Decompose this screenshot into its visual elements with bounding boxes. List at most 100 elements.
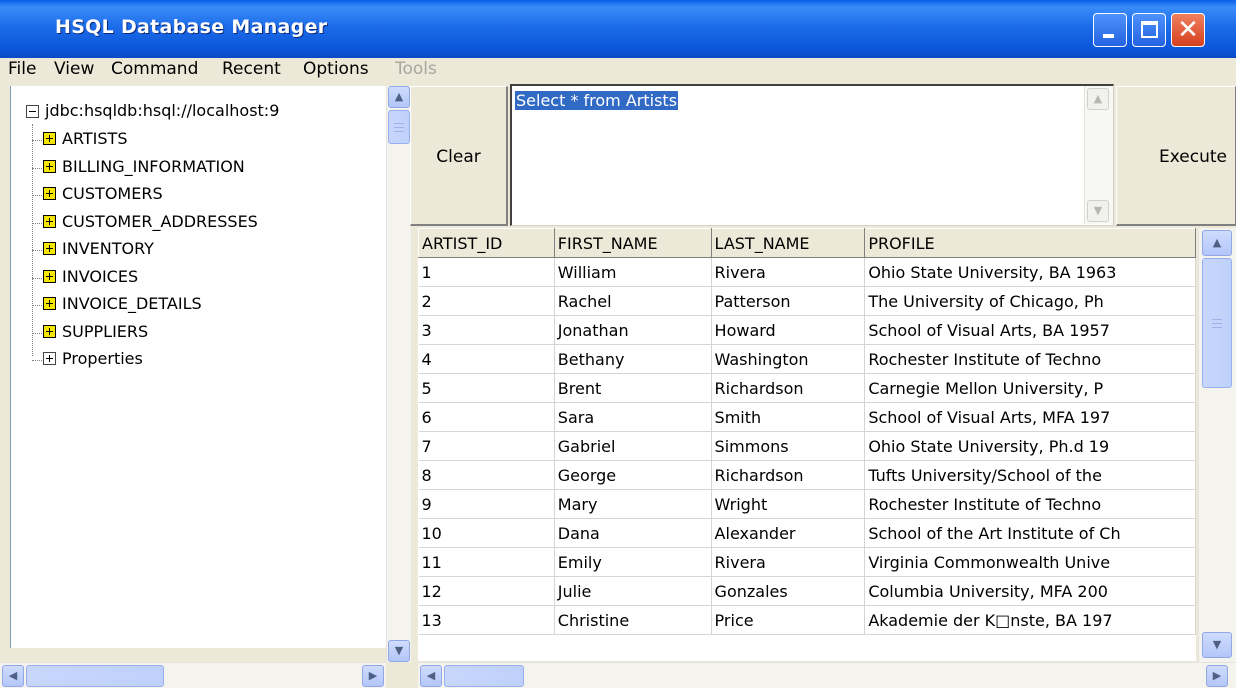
scroll-thumb[interactable] — [388, 110, 410, 144]
table-row[interactable]: 9 Mary Wright Rochester Institute of Techno — [418, 489, 1196, 519]
expand-icon[interactable] — [43, 242, 56, 255]
table-cell[interactable]: 5 — [418, 373, 555, 403]
scroll-up-icon[interactable]: ▲ — [1202, 230, 1232, 256]
sql-text-selected[interactable]: Select * from Artists — [515, 91, 679, 110]
scroll-down-icon[interactable]: ▼ — [1087, 200, 1109, 222]
table-cell[interactable]: Simmons — [711, 431, 866, 461]
scroll-thumb[interactable] — [444, 665, 524, 687]
expand-icon[interactable] — [43, 215, 56, 228]
minimize-button[interactable] — [1093, 13, 1127, 47]
expand-icon[interactable] — [43, 270, 56, 283]
expand-icon[interactable] — [43, 132, 56, 145]
scroll-left-icon[interactable]: ◀ — [420, 665, 442, 687]
table-cell[interactable]: 10 — [418, 518, 555, 548]
expand-icon[interactable] — [43, 352, 56, 365]
results-vertical-scrollbar[interactable]: ▲ ▼ — [1198, 228, 1236, 662]
table-cell[interactable]: Julie — [554, 576, 712, 606]
expand-icon[interactable] — [43, 297, 56, 310]
scroll-down-icon[interactable]: ▼ — [388, 640, 410, 662]
collapse-icon[interactable] — [26, 105, 39, 118]
menu-recent[interactable]: Recent — [222, 59, 281, 79]
expand-icon[interactable] — [43, 187, 56, 200]
table-row[interactable]: 5 Brent Richardson Carnegie Mellon Universi… — [418, 373, 1196, 403]
table-row[interactable]: 3 Jonathan Howard School of Visual Arts, BA… — [418, 315, 1196, 345]
tree-root-connection[interactable]: jdbc:hsqldb:hsql://localhost:9 — [45, 101, 279, 120]
table-cell[interactable]: Gabriel — [554, 431, 712, 461]
table-cell[interactable]: Rachel — [554, 286, 712, 316]
sql-editor[interactable]: Select * from Artists ▲ ▼ — [510, 84, 1114, 226]
sql-vertical-scrollbar[interactable]: ▲ ▼ — [1084, 86, 1113, 224]
table-cell[interactable]: Mary — [554, 489, 712, 519]
table-row[interactable]: 1 William Rivera Ohio State University, BA … — [418, 257, 1196, 287]
menu-view[interactable]: View — [54, 59, 94, 79]
table-cell[interactable]: Richardson — [711, 373, 866, 403]
table-cell[interactable]: Price — [711, 605, 866, 635]
table-cell[interactable]: Jonathan — [554, 315, 712, 345]
table-cell[interactable]: School of Visual Arts, BA 1957 — [864, 315, 1196, 345]
table-cell[interactable]: Dana — [554, 518, 712, 548]
scroll-right-icon[interactable]: ▶ — [1206, 665, 1228, 687]
table-cell[interactable]: Sara — [554, 402, 712, 432]
table-row[interactable]: 13 Christine Price Akademie der K□nste, BA … — [418, 605, 1196, 635]
table-cell[interactable]: 6 — [418, 402, 555, 432]
table-cell[interactable]: School of Visual Arts, MFA 197 — [864, 402, 1196, 432]
table-cell[interactable]: Alexander — [711, 518, 866, 548]
table-cell[interactable]: 11 — [418, 547, 555, 577]
scroll-thumb[interactable] — [26, 665, 164, 687]
scroll-up-icon[interactable]: ▲ — [388, 86, 410, 108]
table-cell[interactable]: Virginia Commonwealth Unive — [864, 547, 1196, 577]
table-cell[interactable]: Smith — [711, 402, 866, 432]
table-cell[interactable]: 13 — [418, 605, 555, 635]
menu-file[interactable]: File — [8, 59, 36, 79]
table-cell[interactable]: Rivera — [711, 257, 866, 287]
menu-command[interactable]: Command — [111, 59, 198, 79]
table-cell[interactable]: Patterson — [711, 286, 866, 316]
table-row[interactable]: 2 Rachel Patterson The University of Chicag… — [418, 286, 1196, 316]
table-cell[interactable]: Wright — [711, 489, 866, 519]
tree-horizontal-scrollbar[interactable]: ◀ ▶ — [0, 662, 386, 688]
table-row[interactable]: 6 Sara Smith School of Visual Arts, MFA 197 — [418, 402, 1196, 432]
results-horizontal-scrollbar[interactable]: ◀ ▶ — [418, 662, 1236, 688]
expand-icon[interactable] — [43, 160, 56, 173]
maximize-button[interactable] — [1132, 13, 1166, 47]
scroll-down-icon[interactable]: ▼ — [1202, 632, 1232, 658]
column-header[interactable]: LAST_NAME — [710, 228, 866, 258]
title-bar[interactable]: HSQL Database Manager ✕ — [0, 0, 1236, 58]
table-cell[interactable]: Emily — [554, 547, 712, 577]
table-cell[interactable]: Ohio State University, Ph.d 19 — [864, 431, 1196, 461]
table-cell[interactable]: 12 — [418, 576, 555, 606]
table-row[interactable]: 8 George Richardson Tufts University/School… — [418, 460, 1196, 490]
scroll-right-icon[interactable]: ▶ — [362, 665, 384, 687]
expand-icon[interactable] — [43, 325, 56, 338]
table-cell[interactable]: Tufts University/School of the — [864, 460, 1196, 490]
table-row[interactable]: 11 Emily Rivera Virginia Commonwealth Unive — [418, 547, 1196, 577]
table-cell[interactable]: 4 — [418, 344, 555, 374]
table-cell[interactable]: Rivera — [711, 547, 866, 577]
scroll-thumb[interactable] — [1202, 258, 1232, 388]
execute-button[interactable]: Execute — [1116, 86, 1236, 226]
table-cell[interactable]: Ohio State University, BA 1963 — [864, 257, 1196, 287]
table-cell[interactable]: School of the Art Institute of Ch — [864, 518, 1196, 548]
table-cell[interactable]: 2 — [418, 286, 555, 316]
table-cell[interactable]: The University of Chicago, Ph — [864, 286, 1196, 316]
table-cell[interactable]: Brent — [554, 373, 712, 403]
table-row[interactable]: 7 Gabriel Simmons Ohio State University, Ph… — [418, 431, 1196, 461]
tree-vertical-scrollbar[interactable]: ▲ ▼ — [386, 86, 411, 662]
table-cell[interactable]: George — [554, 460, 712, 490]
table-row[interactable]: 12 Julie Gonzales Columbia University, MFA … — [418, 576, 1196, 606]
table-cell[interactable]: William — [554, 257, 712, 287]
table-cell[interactable]: Washington — [711, 344, 866, 374]
clear-button[interactable]: Clear — [410, 86, 508, 226]
table-row[interactable]: 4 Bethany Washington Rochester Institute of… — [418, 344, 1196, 374]
table-cell[interactable]: Richardson — [711, 460, 866, 490]
table-cell[interactable]: Rochester Institute of Techno — [864, 489, 1196, 519]
table-cell[interactable]: 8 — [418, 460, 555, 490]
table-cell[interactable]: Gonzales — [711, 576, 866, 606]
scroll-left-icon[interactable]: ◀ — [2, 665, 24, 687]
column-header[interactable]: PROFILE — [864, 228, 1196, 258]
table-cell[interactable]: Akademie der K□nste, BA 197 — [864, 605, 1196, 635]
table-cell[interactable]: Columbia University, MFA 200 — [864, 576, 1196, 606]
column-header[interactable]: FIRST_NAME — [553, 228, 712, 258]
table-cell[interactable]: 7 — [418, 431, 555, 461]
table-cell[interactable]: 1 — [418, 257, 555, 287]
